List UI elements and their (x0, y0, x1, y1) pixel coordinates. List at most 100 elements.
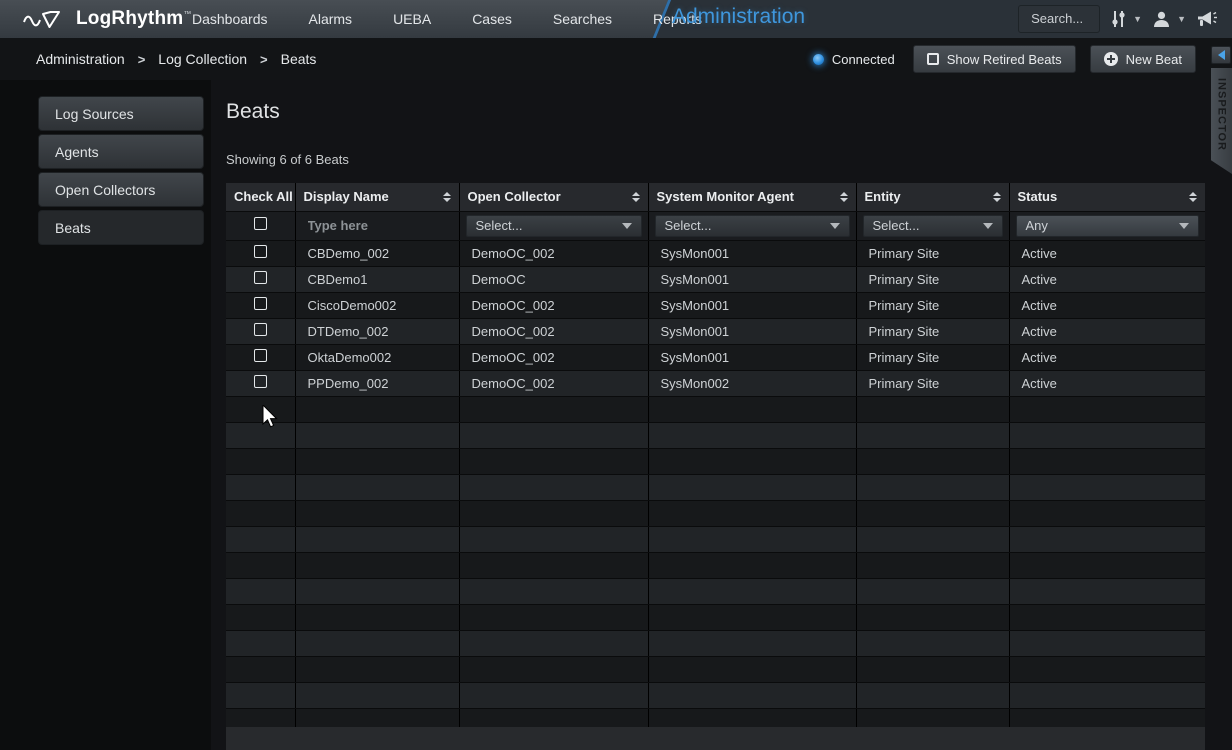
show-retired-beats-button[interactable]: Show Retired Beats (913, 45, 1076, 73)
breadcrumb-beats[interactable]: Beats (281, 51, 317, 67)
search-button[interactable]: Search... (1018, 5, 1100, 33)
table-row[interactable]: CBDemo1 DemoOC SysMon001 Primary Site Ac… (226, 266, 1205, 292)
empty-cell (648, 682, 856, 708)
row-checkbox-cell (226, 266, 295, 292)
sidebar-item-beats[interactable]: Beats (38, 210, 204, 245)
empty-cell (856, 708, 1009, 727)
table-row[interactable]: OktaDemo002 DemoOC_002 SysMon001 Primary… (226, 344, 1205, 370)
sort-icon[interactable] (840, 192, 848, 202)
empty-cell (459, 708, 648, 727)
nav-item-cases[interactable]: Cases (472, 11, 512, 27)
cell-system-monitor-agent: SysMon001 (648, 292, 856, 318)
table-row[interactable]: CiscoDemo002 DemoOC_002 SysMon001 Primar… (226, 292, 1205, 318)
table-row[interactable]: DTDemo_002 DemoOC_002 SysMon001 Primary … (226, 318, 1205, 344)
breadcrumb-log-collection[interactable]: Log Collection (158, 51, 247, 67)
empty-cell (1009, 682, 1205, 708)
empty-cell (648, 604, 856, 630)
chevron-down-icon[interactable]: ▼ (1133, 14, 1142, 24)
sort-icon[interactable] (632, 192, 640, 202)
nav-item-dashboards[interactable]: Dashboards (192, 11, 268, 27)
sidebar-item-log-sources[interactable]: Log Sources (38, 96, 204, 131)
main-nav: Dashboards Alarms UEBA Cases Searches Re… (192, 0, 743, 38)
cell-status: Active (1009, 318, 1205, 344)
column-header-display-name[interactable]: Display Name (295, 183, 459, 211)
empty-cell (648, 448, 856, 474)
breadcrumb-administration[interactable]: Administration (36, 51, 125, 67)
empty-cell (856, 448, 1009, 474)
column-header-status[interactable]: Status (1009, 183, 1205, 211)
sort-icon[interactable] (443, 192, 451, 202)
row-checkbox[interactable] (254, 375, 267, 388)
cell-display-name[interactable]: CBDemo1 (295, 266, 459, 292)
row-checkbox-cell (226, 292, 295, 318)
row-checkbox[interactable] (254, 245, 267, 258)
results-summary: Showing 6 of 6 Beats (226, 152, 349, 167)
user-menu-button[interactable] (1152, 10, 1171, 29)
chevron-down-icon (983, 223, 993, 229)
settings-sliders-button[interactable] (1110, 9, 1127, 29)
empty-cell (295, 396, 459, 422)
nav-item-alarms[interactable]: Alarms (309, 11, 353, 27)
empty-cell (295, 422, 459, 448)
cell-system-monitor-agent: SysMon001 (648, 266, 856, 292)
cell-display-name[interactable]: PPDemo_002 (295, 370, 459, 396)
column-header-entity[interactable]: Entity (856, 183, 1009, 211)
table-empty-row (226, 396, 1205, 422)
brand[interactable]: LogRhythm™ (22, 0, 192, 38)
check-all-checkbox[interactable] (254, 217, 267, 230)
empty-cell (856, 682, 1009, 708)
cell-display-name[interactable]: OktaDemo002 (295, 344, 459, 370)
megaphone-icon (1196, 10, 1218, 28)
connected-indicator-icon (813, 54, 824, 65)
inspector-tab[interactable]: INSPECTOR (1211, 68, 1232, 174)
sort-icon[interactable] (1189, 192, 1197, 202)
empty-cell (459, 500, 648, 526)
check-all-label: Check All (234, 189, 293, 204)
row-checkbox-cell (226, 240, 295, 266)
row-checkbox[interactable] (254, 271, 267, 284)
open-collector-filter-dropdown[interactable]: Select... (466, 215, 642, 237)
display-name-filter-input[interactable] (296, 212, 459, 240)
cell-open-collector: DemoOC_002 (459, 370, 648, 396)
announcements-button[interactable] (1196, 10, 1218, 28)
table-row[interactable]: CBDemo_002 DemoOC_002 SysMon001 Primary … (226, 240, 1205, 266)
cell-display-name[interactable]: DTDemo_002 (295, 318, 459, 344)
table-empty-row (226, 604, 1205, 630)
entity-filter-dropdown[interactable]: Select... (863, 215, 1003, 237)
cell-open-collector: DemoOC (459, 266, 648, 292)
empty-cell (459, 604, 648, 630)
empty-cell (459, 578, 648, 604)
cell-display-name[interactable]: CBDemo_002 (295, 240, 459, 266)
table-row[interactable]: PPDemo_002 DemoOC_002 SysMon002 Primary … (226, 370, 1205, 396)
empty-cell (226, 656, 295, 682)
new-beat-button[interactable]: New Beat (1090, 45, 1196, 73)
inspector-expand-button[interactable] (1211, 46, 1231, 64)
cell-entity: Primary Site (856, 370, 1009, 396)
nav-item-ueba[interactable]: UEBA (393, 11, 431, 27)
sidebar-item-agents[interactable]: Agents (38, 134, 204, 169)
empty-cell (1009, 578, 1205, 604)
cell-entity: Primary Site (856, 292, 1009, 318)
sliders-icon (1110, 9, 1127, 29)
status-filter-dropdown[interactable]: Any (1016, 215, 1199, 237)
sidebar-item-open-collectors[interactable]: Open Collectors (38, 172, 204, 207)
row-checkbox[interactable] (254, 297, 267, 310)
inspector-label: INSPECTOR (1216, 78, 1228, 165)
system-monitor-agent-filter-dropdown[interactable]: Select... (655, 215, 850, 237)
column-header-check-all[interactable]: Check All (226, 183, 295, 211)
empty-cell (295, 448, 459, 474)
plus-circle-icon (1104, 52, 1118, 66)
chevron-down-icon[interactable]: ▼ (1177, 14, 1186, 24)
cell-status: Active (1009, 344, 1205, 370)
column-header-system-monitor-agent[interactable]: System Monitor Agent (648, 183, 856, 211)
connected-label: Connected (832, 52, 895, 67)
nav-item-administration-active[interactable]: Administration (672, 5, 805, 29)
sort-icon[interactable] (993, 192, 1001, 202)
nav-item-searches[interactable]: Searches (553, 11, 612, 27)
row-checkbox[interactable] (254, 323, 267, 336)
empty-cell (459, 552, 648, 578)
cell-display-name[interactable]: CiscoDemo002 (295, 292, 459, 318)
table-empty-row (226, 500, 1205, 526)
row-checkbox[interactable] (254, 349, 267, 362)
column-header-open-collector[interactable]: Open Collector (459, 183, 648, 211)
